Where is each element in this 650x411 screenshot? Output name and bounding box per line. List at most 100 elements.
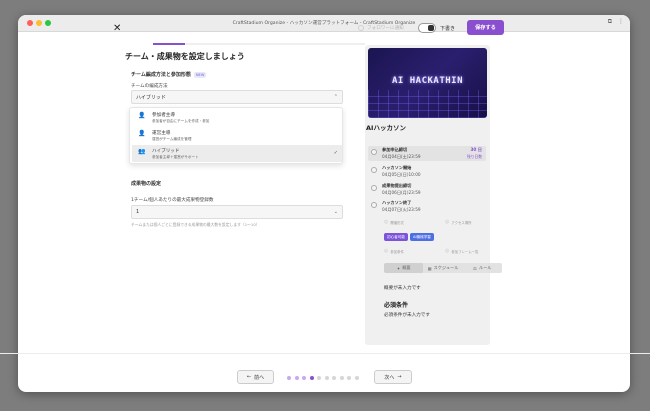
clock-icon	[371, 185, 377, 191]
chevron-down-icon: ⌄	[333, 209, 338, 215]
banner-text: AI HACKATHIN	[391, 76, 464, 86]
preview-title: AIハッカソン	[366, 124, 406, 132]
clock-icon	[371, 202, 377, 208]
draft-toggle[interactable]	[418, 23, 436, 33]
page-dot[interactable]	[317, 376, 321, 380]
requirements-text: 必須条件が未入力です	[384, 313, 430, 318]
footer-divider	[0, 353, 650, 354]
fact-label: 参加フレーム一覧	[451, 249, 479, 254]
users-icon: 👥	[138, 148, 146, 155]
prev-label: 前へ	[254, 374, 265, 381]
chevron-up-icon: ⌃	[333, 94, 338, 100]
fact-access: ◎ アクセス場所	[445, 219, 472, 225]
fact-label: アクセス場所	[451, 220, 472, 225]
page-dot[interactable]	[354, 376, 359, 380]
page-title: チーム・成果物を設定しましょう	[125, 52, 245, 61]
page-dot[interactable]	[339, 376, 344, 380]
schedule-item: ハッカソン開始 04月05日(日)10:00	[368, 164, 486, 179]
tab-label: スケジュール	[433, 265, 459, 270]
max-deliverables-value: 1	[136, 209, 140, 215]
new-badge: NEW	[193, 71, 207, 78]
overview-text: 概要が未入力です	[384, 286, 421, 291]
page-dot[interactable]	[309, 376, 314, 380]
option-name: 参加者主導	[152, 112, 175, 118]
arrow-right-icon: →	[397, 374, 402, 380]
page-dot[interactable]	[332, 376, 336, 380]
step-progress-track	[185, 43, 365, 45]
requirements-heading: 必須条件	[384, 302, 409, 309]
location-icon: ◎	[384, 219, 389, 225]
person-icon: ◎	[384, 248, 389, 254]
schedule-item: ハッカソン終了 04月07日(火)23:59	[368, 199, 486, 214]
checkbox-circle-icon[interactable]	[358, 25, 364, 31]
check-icon: ✓	[333, 150, 338, 156]
option-hybrid[interactable]: 👥 ハイブリッド 参加者主導＋運営がサポート ✓	[132, 145, 342, 162]
clock-icon	[371, 149, 377, 155]
banner-grid	[368, 90, 487, 118]
countdown-label: 残り日数	[466, 154, 482, 159]
option-name: 運営主導	[152, 130, 171, 136]
page-dot[interactable]	[324, 376, 329, 380]
user-icon: 👤	[138, 112, 146, 119]
page-dot[interactable]	[302, 376, 306, 380]
team-method-value: ハイブリッド	[136, 94, 166, 101]
prev-button[interactable]: ← 前へ	[237, 370, 274, 384]
option-desc: 参加者主導＋運営がサポート	[152, 154, 199, 159]
event-date: 04月07日(火)23:59	[382, 207, 421, 212]
pin-icon: ◎	[445, 219, 450, 225]
next-button[interactable]: 次へ →	[374, 370, 412, 384]
option-organizer-led[interactable]: 👤 運営主導 運営がチーム編成を管理	[132, 127, 342, 144]
fact-label: 開催形式	[390, 220, 404, 225]
tag-ai-ml: AI機械学習	[410, 233, 434, 241]
next-label: 次へ	[384, 374, 395, 381]
option-participant-led[interactable]: 👤 参加者主導 参加者が自由にチームを作成・参加	[132, 109, 342, 126]
tab-overview[interactable]: ✦ 概要	[384, 263, 424, 273]
title-bar: CraftStadium Organize - ハッカソン運営プラットフォーム …	[18, 15, 630, 32]
step-progress-fill	[153, 43, 185, 45]
clock-icon	[371, 167, 377, 173]
schedule-item: 成果物提出締切 04月06日(月)23:59	[368, 182, 486, 197]
max-deliverables-label: 1チーム/個人あたりの最大成果物登録数	[131, 198, 214, 203]
tab-schedule[interactable]: ▦ スケジュール	[423, 265, 462, 271]
more-menu-icon[interactable]: ⋮	[618, 18, 624, 26]
max-deliverables-select[interactable]: 1 ⌄	[131, 205, 343, 219]
page-dot[interactable]	[287, 376, 291, 380]
event-date: 04月06日(月)23:59	[382, 190, 421, 195]
star-icon: ✦	[396, 265, 401, 271]
fact-format: ◎ 開催形式	[384, 219, 404, 225]
user-gear-icon: 👤	[138, 130, 146, 137]
team-section-heading: チーム編成方法と参加形態 NEW	[131, 71, 207, 78]
extension-icon[interactable]: ⧉	[608, 18, 612, 26]
deliverable-section-heading: 成果物の設定	[131, 181, 162, 187]
event-date: 04月05日(日)10:00	[382, 172, 421, 177]
event-name: 参加申込締切	[382, 147, 408, 152]
page-dot[interactable]	[294, 376, 299, 380]
team-section-title: チーム編成方法と参加形態	[131, 72, 191, 78]
fact-frames: ◎ 参加フレーム一覧	[445, 248, 478, 254]
team-method-label: チームの編成方法	[131, 84, 168, 89]
save-button[interactable]: 保存する	[467, 20, 504, 35]
close-icon[interactable]: ✕	[113, 23, 121, 34]
schedule-item: 参加申込締切 04月04日(土)23:59 30 日 残り日数	[368, 146, 486, 161]
fact-conditions: ◎ 参加条件	[384, 248, 404, 254]
calendar-icon: ▦	[427, 265, 432, 271]
team-method-select[interactable]: ハイブリッド ⌃	[131, 90, 343, 104]
tab-label: ルール	[478, 265, 492, 270]
option-name: ハイブリッド	[152, 148, 180, 154]
max-deliverables-hint: チームまたは個人ごとに登録できる成果物の最大数を設定します（1〜10）	[131, 222, 260, 227]
option-desc: 参加者が自由にチームを作成・参加	[152, 118, 210, 123]
countdown-days: 30 日	[470, 147, 482, 152]
arrow-left-icon: ←	[246, 374, 252, 380]
tab-rules[interactable]: ⚖ ルール	[463, 265, 502, 271]
event-banner: AI HACKATHIN	[368, 48, 487, 118]
window-title: CraftStadium Organize - ハッカソン運営プラットフォーム …	[232, 21, 416, 26]
follower-notify-checkbox[interactable]: フォロワーに通知	[358, 25, 404, 31]
team-method-dropdown: 👤 参加者主導 参加者が自由にチームを作成・参加 👤 運営主導 運営がチーム編成…	[129, 107, 343, 164]
toggle-knob	[428, 25, 434, 31]
list-icon: ◎	[445, 248, 450, 254]
draft-label: 下書き	[440, 26, 456, 32]
event-name: ハッカソン開始	[382, 165, 412, 170]
page-dot[interactable]	[347, 376, 351, 380]
titlebar-icons: ⧉ ⋮	[608, 18, 624, 26]
event-name: ハッカソン終了	[382, 200, 412, 205]
